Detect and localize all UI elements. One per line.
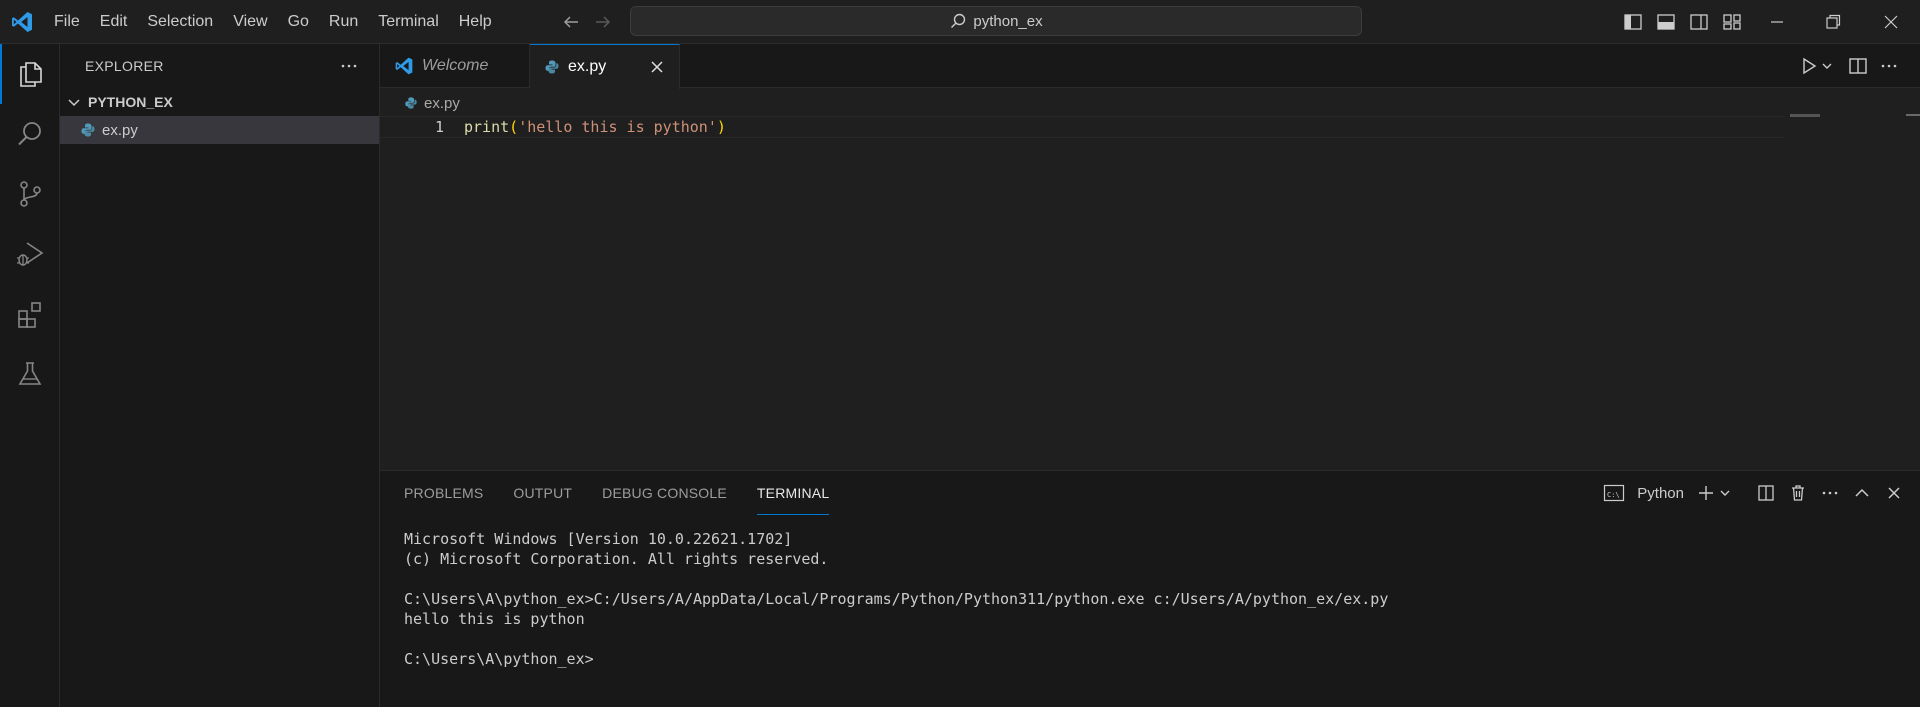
toggle-panel-icon[interactable] [1655,11,1677,33]
panel-more-actions-icon[interactable] [1820,483,1840,503]
terminal-line: C:\Users\A\python_ex>C:/Users/A/AppData/… [404,590,1389,608]
maximize-panel-chevron-up-icon[interactable] [1852,483,1872,503]
testing-flask-icon[interactable] [0,344,60,404]
tab-output[interactable]: OUTPUT [513,471,572,515]
back-arrow-icon[interactable] [560,11,582,33]
menu-selection[interactable]: Selection [137,0,223,44]
vscode-welcome-icon [394,56,414,76]
code-string-token: 'hello this is python' [518,118,717,136]
python-file-icon [544,59,560,75]
bottom-panel: PROBLEMS OUTPUT DEBUG CONSOLE TERMINAL C… [380,470,1920,707]
run-and-debug-icon[interactable] [0,224,60,284]
close-tab-icon[interactable] [649,59,665,75]
menu-run[interactable]: Run [319,0,368,44]
tab-label: Welcome [422,57,489,74]
menu-view[interactable]: View [223,0,277,44]
command-center-search[interactable]: python_ex [630,6,1362,36]
breadcrumb-file: ex.py [424,94,460,112]
title-bar: File Edit Selection View Go Run Terminal… [0,0,1920,44]
panel-tabs: PROBLEMS OUTPUT DEBUG CONSOLE TERMINAL [404,471,830,515]
run-dropdown-chevron-icon[interactable] [1820,55,1834,77]
python-file-icon [80,122,96,138]
tab-terminal[interactable]: TERMINAL [756,483,830,515]
menu-help[interactable]: Help [449,0,502,44]
tab-label: ex.py [568,58,607,75]
explorer-sidebar: EXPLORER PYTHON_EX ex.py [60,44,380,707]
split-terminal-icon[interactable] [1756,483,1776,503]
close-window-icon[interactable] [1880,11,1902,33]
menu-file[interactable]: File [44,0,90,44]
code-line[interactable]: print('hello this is python') [464,116,726,138]
close-panel-icon[interactable] [1884,483,1904,503]
run-python-file-icon[interactable] [1798,55,1820,77]
menu-terminal[interactable]: Terminal [368,0,448,44]
file-ex-py[interactable]: ex.py [60,116,379,144]
menu-edit[interactable]: Edit [90,0,138,44]
activity-bar [0,44,60,707]
tab-problems[interactable]: PROBLEMS [404,471,483,515]
explorer-icon[interactable] [0,44,60,104]
terminal-name[interactable]: Python [1637,485,1684,502]
more-actions-icon[interactable] [339,56,359,76]
editor-more-actions-icon[interactable] [1878,55,1900,77]
terminal-output[interactable]: Microsoft Windows [Version 10.0.22621.17… [404,529,1388,669]
search-icon [949,12,967,30]
python-file-icon [404,96,418,110]
vscode-logo-icon[interactable] [10,10,34,34]
folder-name: PYTHON_EX [88,94,173,110]
sidebar-title: EXPLORER [85,58,164,74]
editor-tab-bar: Welcome ex.py [380,44,1920,89]
split-editor-icon[interactable] [1847,55,1869,77]
chevron-down-icon [66,94,82,110]
terminal-line: ​ [404,569,1388,589]
terminal-cmd-icon: C:\ [1603,484,1625,502]
menu-go[interactable]: Go [278,0,319,44]
file-name: ex.py [102,121,138,139]
terminal-line: Microsoft Windows [Version 10.0.22621.17… [404,530,793,548]
terminal-line: (c) Microsoft Corporation. All rights re… [404,550,829,568]
toggle-primary-sidebar-icon[interactable] [1622,11,1644,33]
search-sidebar-icon[interactable] [0,104,60,164]
code-bracket-token: ( [509,118,519,136]
terminal-dropdown-chevron-icon[interactable] [1718,483,1732,503]
customize-layout-icon[interactable] [1721,11,1743,33]
minimap[interactable] [1790,114,1820,117]
breadcrumb[interactable]: ex.py [404,92,460,114]
terminal-line: hello this is python [404,610,585,628]
folder-python-ex[interactable]: PYTHON_EX [60,88,379,116]
kill-terminal-trash-icon[interactable] [1788,483,1808,503]
source-control-icon[interactable] [0,164,60,224]
command-center-text: python_ex [973,12,1043,30]
tab-debug-console[interactable]: DEBUG CONSOLE [602,471,727,515]
panel-actions: C:\ Python [1603,482,1904,504]
menu-bar: File Edit Selection View Go Run Terminal… [44,0,502,44]
new-terminal-plus-icon[interactable] [1696,483,1716,503]
extensions-icon[interactable] [0,284,60,344]
terminal-prompt: C:\Users\A\python_ex> [404,650,594,668]
toggle-secondary-sidebar-icon[interactable] [1688,11,1710,33]
restore-icon[interactable] [1822,11,1844,33]
sidebar-header: EXPLORER [60,44,379,88]
forward-arrow-icon[interactable] [592,11,614,33]
tab-ex-py[interactable]: ex.py [530,44,680,89]
vertical-scrollbar[interactable] [1906,114,1920,116]
svg-text:C:\: C:\ [1607,491,1620,499]
code-bracket-token: ) [716,118,726,136]
tab-welcome[interactable]: Welcome [380,44,530,88]
terminal-line: ​ [404,629,1388,649]
editor-area: Welcome ex.py ex.py 1 print('hello this … [380,44,1920,470]
line-number: 1 [434,118,444,136]
code-function-token: print [464,118,510,136]
minimize-icon[interactable] [1766,11,1788,33]
